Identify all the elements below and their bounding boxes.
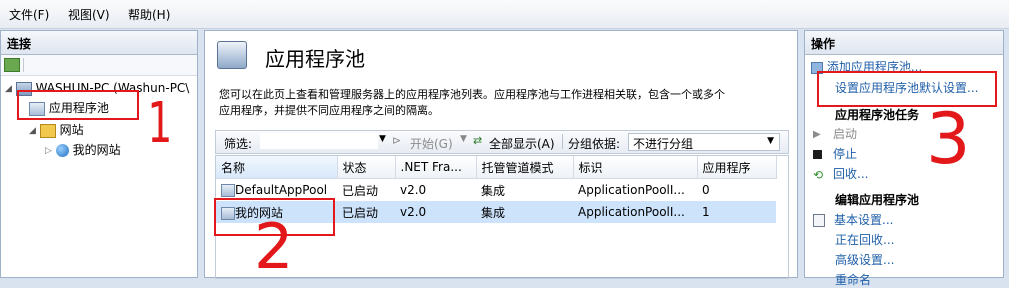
menu-file[interactable]: 文件(F) <box>9 6 49 23</box>
column-header-identity[interactable]: 标识 <box>573 156 698 179</box>
menu-bar: 文件(F) 视图(V) 帮助(H) <box>0 0 1009 29</box>
recycle-icon: ⟲ <box>813 167 824 182</box>
go-icon[interactable]: ⊳ <box>392 134 401 147</box>
group-by-select[interactable]: 不进行分组 ▼ <box>628 133 780 151</box>
recycle-label: 回收... <box>833 167 869 181</box>
toolbar-separator <box>23 58 24 72</box>
rename-link[interactable]: 重命名 <box>835 271 871 288</box>
filter-toolbar: 筛选: ▼ ⊳ 开始(G) ▼ ⇄ 全部显示(A) 分组依据: 不进行分组 ▼ <box>215 130 789 154</box>
stop-label: 停止 <box>833 147 858 161</box>
start-label: 启动 <box>833 127 858 141</box>
page-title: 应用程序池 <box>265 47 365 71</box>
recycling-link[interactable]: 正在回收... <box>835 231 894 248</box>
edit-pool-heading: 编辑应用程序池 <box>835 193 920 207</box>
column-header-status[interactable]: 状态 <box>337 156 396 179</box>
table-cell: 集成 <box>481 183 506 198</box>
show-all-button[interactable]: 全部显示(A) <box>489 135 555 152</box>
sites-label: 网站 <box>59 123 84 137</box>
group-by-label: 分组依据: <box>568 137 621 151</box>
collapse-arrow-icon[interactable]: ◢ <box>5 84 12 94</box>
table-cell: 已启动 <box>342 183 379 198</box>
filter-input[interactable] <box>260 133 378 149</box>
column-header-name[interactable]: 名称 <box>216 156 338 179</box>
table-cell: 集成 <box>481 205 506 220</box>
annotation-number-2: 2 <box>254 210 294 283</box>
table-cell: 0 <box>702 183 710 197</box>
menu-view[interactable]: 视图(V) <box>68 6 110 23</box>
start-action[interactable]: ▶ 启动 <box>813 125 857 142</box>
annotation-number-3: 3 <box>926 98 971 180</box>
column-header-pipeline-mode[interactable]: 托管管道模式 <box>476 156 574 179</box>
column-header-applications[interactable]: 应用程序 <box>697 156 777 179</box>
basic-settings-link[interactable]: 基本设置... <box>813 211 893 228</box>
table-cell: 1 <box>702 205 710 219</box>
table-cell: ApplicationPoolI... <box>578 205 685 219</box>
collapse-arrow-icon[interactable]: ◢ <box>29 126 36 136</box>
start-filter-button[interactable]: 开始(G) <box>410 135 453 152</box>
globe-icon <box>55 144 69 157</box>
stop-action[interactable]: 停止 <box>813 145 857 162</box>
annotation-number-1: 1 <box>147 91 173 156</box>
annotation-box-app-pools <box>17 90 139 120</box>
my-site-label: 我的网站 <box>72 143 121 157</box>
connect-icon[interactable] <box>4 58 20 72</box>
tree-my-site[interactable]: ▷ 我的网站 <box>45 141 121 158</box>
sites-folder-icon <box>39 123 56 138</box>
recycle-action[interactable]: ⟲ 回收... <box>813 165 868 182</box>
menu-help[interactable]: 帮助(H) <box>128 6 170 23</box>
description-line: 应用程序，并提供不同应用程序之间的隔离。 <box>219 104 439 117</box>
group-by-value: 不进行分组 <box>633 137 694 151</box>
show-all-icon: ⇄ <box>473 134 483 147</box>
app-pool-icon <box>221 184 235 197</box>
actions-pane: 操作 添加应用程序池... 设置应用程序池默认设置... 应用程序池任务 ▶ 启动… <box>804 30 1004 287</box>
connections-header: 连接 <box>1 31 197 55</box>
table-cell: v2.0 <box>400 205 427 219</box>
table-cell: v2.0 <box>400 183 427 197</box>
description-line: 您可以在此页上查看和管理服务器上的应用程序池列表。应用程序池与工作进程相关联，包… <box>219 88 725 101</box>
app-pools-feature-icon <box>217 41 247 69</box>
actions-header: 操作 <box>805 31 1003 55</box>
start-dropdown-icon[interactable]: ▼ <box>460 134 467 144</box>
pool-name: DefaultAppPool <box>235 183 328 197</box>
page-description: 您可以在此页上查看和管理服务器上的应用程序池列表。应用程序池与工作进程相关联，包… <box>219 87 789 119</box>
table-cell: 已启动 <box>342 205 379 220</box>
toolbar-separator <box>562 134 563 149</box>
pool-tasks-heading: 应用程序池任务 <box>835 108 920 122</box>
column-header-net-framework[interactable]: .NET Fra... <box>395 156 477 179</box>
stop-icon <box>813 150 822 159</box>
basic-settings-label: 基本设置... <box>834 213 894 227</box>
tree-sites[interactable]: ◢ 网站 <box>29 121 84 138</box>
advanced-settings-link[interactable]: 高级设置... <box>835 251 894 268</box>
settings-page-icon <box>813 214 825 227</box>
table-cell: ApplicationPoolI... <box>578 183 685 197</box>
chevron-down-icon: ▼ <box>767 136 774 146</box>
filter-dropdown-icon[interactable]: ▼ <box>379 134 386 144</box>
filter-label: 筛选: <box>224 137 253 151</box>
connections-toolbar <box>1 55 197 76</box>
expand-arrow-icon[interactable]: ▷ <box>45 146 52 156</box>
play-icon: ▶ <box>813 129 821 140</box>
